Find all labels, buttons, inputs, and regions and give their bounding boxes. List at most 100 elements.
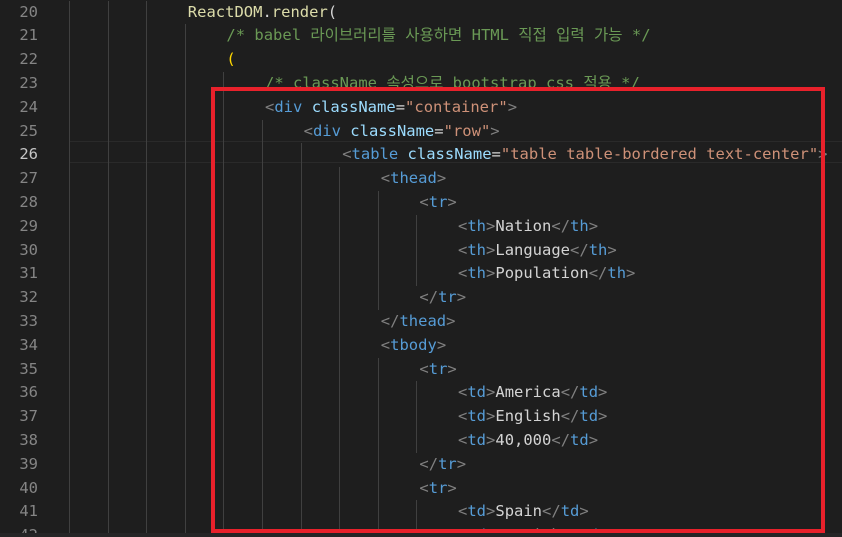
code-token: ( [327, 2, 338, 21]
code-line[interactable]: 35 <tr> [0, 358, 842, 382]
code-line[interactable]: 31 <th>Population</th> [0, 262, 842, 286]
code-text: <div className="container"> [265, 96, 517, 120]
code-token: > [456, 454, 467, 473]
code-token: td [579, 407, 599, 426]
line-number: 20 [19, 2, 38, 21]
code-token: </ [551, 216, 571, 235]
code-token: > [626, 264, 636, 283]
code-line[interactable]: 21 /* babel 라이브러리를 사용하면 HTML 직접 입력 가능 */ [0, 24, 842, 48]
code-token: English [495, 407, 561, 426]
code-text: ( [226, 48, 235, 72]
code-line[interactable]: 39 </tr> [0, 453, 842, 477]
code-token: < [419, 478, 429, 497]
code-text: <table className="table table-bordered t… [342, 143, 827, 167]
code-token: < [458, 264, 468, 283]
code-token: = [395, 97, 406, 116]
code-line[interactable]: 38 <td>40,000</td> [0, 429, 842, 453]
code-token: /* className 속성으로 bootstrap css 적용 */ [265, 73, 640, 92]
horizontal-scrollbar[interactable] [0, 533, 842, 537]
code-line[interactable]: 20 ReactDOM.render( [0, 1, 842, 25]
code-token: < [380, 335, 391, 354]
code-token: </ [380, 311, 400, 330]
code-token: > [446, 311, 456, 330]
code-token: className [311, 97, 396, 116]
code-text: </tr> [419, 286, 466, 310]
code-line[interactable]: 36 <td>America</td> [0, 381, 842, 405]
line-number: 40 [19, 478, 38, 497]
code-token: </ [570, 240, 589, 259]
code-token: = [434, 121, 444, 140]
code-line[interactable]: 25 <div className="row"> [0, 120, 842, 144]
code-token: > [598, 407, 608, 426]
code-token: tbody [390, 335, 437, 354]
code-line[interactable]: 40 <tr> [0, 477, 842, 501]
line-number: 41 [19, 502, 38, 521]
line-number: 25 [19, 121, 38, 140]
line-number: 33 [19, 311, 38, 330]
code-token: td [467, 430, 487, 449]
code-line[interactable]: 37 <td>English</td> [0, 405, 842, 429]
code-line[interactable]: 26 <table className="table table-bordered… [0, 143, 842, 167]
code-line[interactable]: 27 <thead> [0, 167, 842, 191]
code-token: 40,000 [495, 430, 552, 449]
code-token: > [486, 216, 496, 235]
code-token: tr [428, 478, 448, 497]
line-number: 24 [19, 97, 38, 116]
code-token: className [407, 145, 492, 164]
code-token: th [467, 240, 487, 259]
code-token: < [303, 121, 313, 140]
code-line[interactable]: 29 <th>Nation</th> [0, 215, 842, 239]
code-token: < [458, 383, 468, 402]
code-token: > [486, 383, 496, 402]
code-text: <th>Language</th> [458, 239, 617, 263]
code-line[interactable]: 24 <div className="container"> [0, 96, 842, 120]
line-number: 22 [19, 50, 38, 69]
code-token: tr [438, 454, 457, 473]
code-line[interactable]: 30 <th>Language</th> [0, 239, 842, 263]
code-text: /* babel 라이브러리를 사용하면 HTML 직접 입력 가능 */ [226, 24, 650, 48]
code-text: <th>Nation</th> [458, 215, 598, 239]
code-token: th [588, 240, 608, 259]
code-token: "row" [443, 121, 491, 140]
code-token: "table table-bordered text-center" [500, 145, 819, 164]
code-token: </ [419, 288, 439, 307]
code-line[interactable]: 28 <tr> [0, 191, 842, 215]
code-line[interactable]: 33 </thead> [0, 310, 842, 334]
line-number: 31 [19, 264, 38, 283]
code-token: render [271, 2, 328, 21]
code-token: > [588, 430, 599, 449]
code-text: ReactDOM.render( [188, 1, 337, 25]
code-token: td [560, 502, 580, 521]
code-token: td [467, 502, 487, 521]
code-line[interactable]: 22 ( [0, 48, 842, 72]
code-token: < [458, 502, 468, 521]
code-token: </ [560, 383, 580, 402]
code-line[interactable]: 34 <tbody> [0, 334, 842, 358]
code-token: > [486, 240, 496, 259]
code-token: < [342, 145, 352, 164]
code-line[interactable]: 32 </tr> [0, 286, 842, 310]
code-token: < [419, 192, 429, 211]
line-number: 36 [19, 383, 38, 402]
code-token: < [458, 216, 468, 235]
code-token: < [265, 97, 275, 116]
code-token: > [447, 478, 457, 497]
code-text: <th>Population</th> [458, 262, 635, 286]
code-token: > [447, 359, 457, 378]
code-token: thead [390, 169, 437, 188]
code-token: > [486, 502, 496, 521]
code-line[interactable]: 41 <td>Spain</td> [0, 500, 842, 524]
line-number: 34 [19, 335, 38, 354]
line-number: 32 [19, 288, 38, 307]
line-number: 38 [19, 430, 38, 449]
code-token: Population [495, 264, 589, 283]
code-text: <td>America</td> [458, 381, 607, 405]
code-token: > [579, 502, 589, 521]
code-text: <tbody> [381, 334, 446, 358]
code-token: th [570, 216, 589, 235]
code-token: thead [399, 311, 447, 330]
code-token: < [458, 407, 468, 426]
code-line[interactable]: 23 /* className 속성으로 bootstrap css 적용 */ [0, 72, 842, 96]
code-editor[interactable]: 20 ReactDOM.render(21/* babel 라이브러리를 사용하면… [0, 0, 842, 537]
